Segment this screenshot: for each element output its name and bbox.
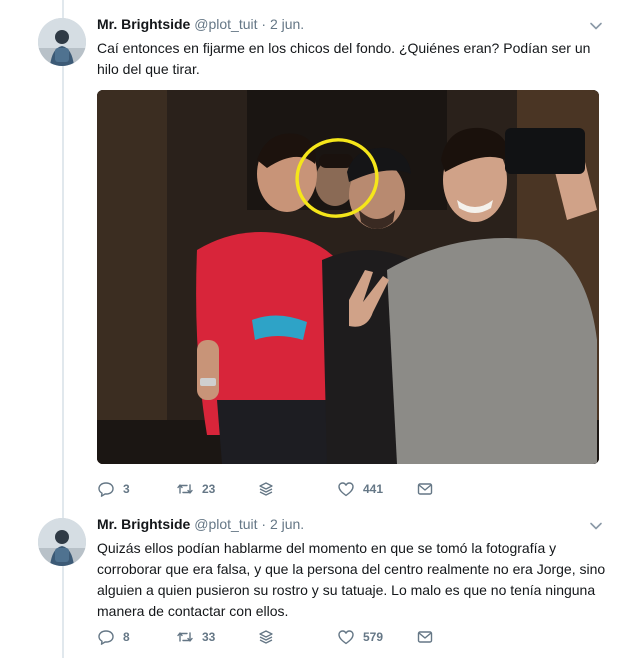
reply-button[interactable]: 8 xyxy=(97,627,130,647)
like-button[interactable]: 441 xyxy=(337,479,383,499)
chevron-down-icon[interactable] xyxy=(589,19,603,33)
envelope-icon xyxy=(416,480,434,498)
tweet-header: Mr. Brightside @plot_tuit · 2 jun. xyxy=(97,14,304,34)
tweet[interactable]: Mr. Brightside @plot_tuit · 2 jun. Quizá… xyxy=(0,510,637,658)
retweet-icon xyxy=(176,480,194,498)
avatar[interactable] xyxy=(38,518,86,566)
tweet[interactable]: Mr. Brightside @plot_tuit · 2 jun. Caí e… xyxy=(0,0,637,510)
author-handle[interactable]: @plot_tuit xyxy=(194,516,257,532)
author-name[interactable]: Mr. Brightside xyxy=(97,16,190,32)
retweet-count: 33 xyxy=(202,630,216,644)
tweet-text: Caí entonces en fijarme en los chicos de… xyxy=(97,40,591,77)
reply-icon xyxy=(97,628,115,646)
tweet-date[interactable]: 2 jun. xyxy=(270,16,304,32)
retweet-count: 23 xyxy=(202,482,216,496)
tweet-photo[interactable] xyxy=(97,90,599,464)
author-handle[interactable]: @plot_tuit xyxy=(194,16,257,32)
stack-button[interactable] xyxy=(257,627,275,647)
direct-message-button[interactable] xyxy=(416,627,434,647)
layers-icon xyxy=(257,480,275,498)
like-count: 441 xyxy=(363,482,384,496)
heart-icon xyxy=(337,480,355,498)
tweet-header: Mr. Brightside @plot_tuit · 2 jun. xyxy=(97,514,304,534)
tweet-date[interactable]: 2 jun. xyxy=(270,516,304,532)
reply-icon xyxy=(97,480,115,498)
tweet-text: Quizás ellos podían hablarme del momento… xyxy=(97,540,606,619)
like-count: 579 xyxy=(363,630,384,644)
separator-dot: · xyxy=(261,16,267,32)
retweet-icon xyxy=(176,628,194,646)
retweet-button[interactable]: 33 xyxy=(176,627,215,647)
separator-dot: · xyxy=(261,516,267,532)
heart-icon xyxy=(337,628,355,646)
reply-count: 3 xyxy=(123,482,130,496)
avatar[interactable] xyxy=(38,18,86,66)
retweet-button[interactable]: 23 xyxy=(176,479,215,499)
reply-button[interactable]: 3 xyxy=(97,479,130,499)
direct-message-button[interactable] xyxy=(416,479,434,499)
layers-icon xyxy=(257,628,275,646)
like-button[interactable]: 579 xyxy=(337,627,383,647)
reply-count: 8 xyxy=(123,630,130,644)
author-name[interactable]: Mr. Brightside xyxy=(97,516,190,532)
envelope-icon xyxy=(416,628,434,646)
stack-button[interactable] xyxy=(257,479,275,499)
chevron-down-icon[interactable] xyxy=(589,519,603,533)
